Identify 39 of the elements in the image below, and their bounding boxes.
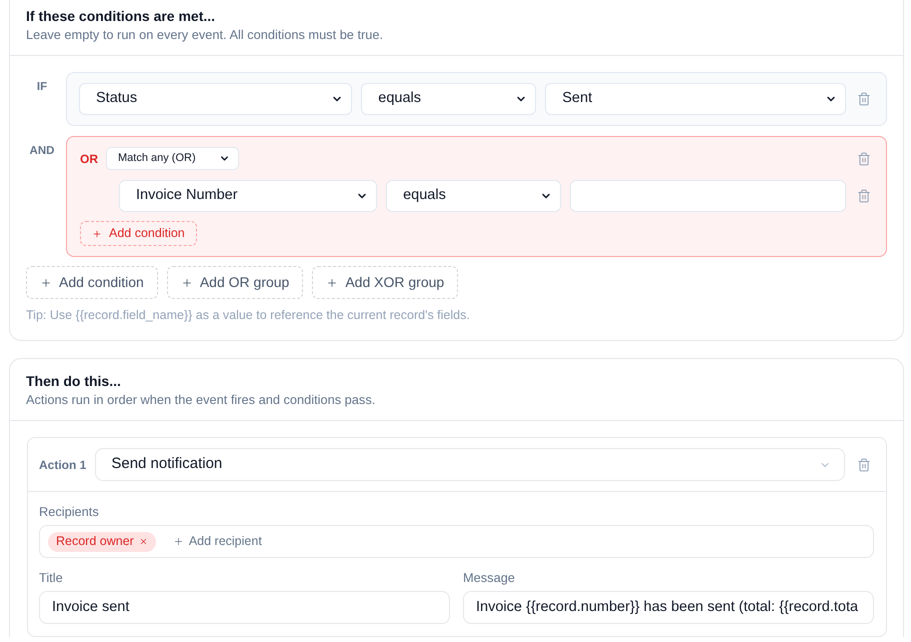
match-select[interactable]: Match any (OR) <box>106 147 239 170</box>
connector-label: AND <box>30 145 54 157</box>
section-description: Leave empty to run on every event. All conditions must be true. <box>26 27 384 43</box>
trash-icon[interactable] <box>857 189 871 203</box>
trash-icon[interactable] <box>857 92 871 106</box>
value-input[interactable] <box>570 180 846 212</box>
plus-icon <box>326 276 338 288</box>
field-label: Recipients <box>39 505 99 519</box>
title-input[interactable]: Invoice sent <box>39 591 450 624</box>
section-title: If these conditions are met... <box>26 7 216 25</box>
plus-icon <box>40 276 52 288</box>
add-button[interactable]: Add OR group <box>166 266 304 299</box>
operator-select[interactable]: equals <box>361 83 536 115</box>
connector-label: IF <box>36 81 48 93</box>
action-type-select[interactable]: Send notification <box>95 448 845 481</box>
plus-icon <box>172 536 184 547</box>
value-select[interactable]: Sent <box>545 83 846 115</box>
field-label: Title <box>39 571 63 585</box>
recipient-chip[interactable]: Record owner <box>48 532 156 552</box>
action-label: Action 1 <box>39 456 86 474</box>
section-description: Actions run in order when the event fires and conditions pass. <box>26 392 376 408</box>
close-icon[interactable] <box>138 537 148 546</box>
add-button[interactable]: Add condition <box>26 266 158 299</box>
field-label: Message <box>463 571 515 585</box>
message-input[interactable]: Invoice {{record.number}} has been sent (total: {{record.tota <box>463 591 874 624</box>
trash-icon[interactable] <box>857 152 871 166</box>
recipients-field[interactable]: Record owner Add recipient <box>39 525 874 558</box>
plus-icon <box>180 276 193 288</box>
field-select[interactable]: Invoice Number <box>119 180 378 212</box>
operator-select[interactable]: equals <box>386 180 562 212</box>
add-condition-button[interactable]: Add condition <box>80 221 197 246</box>
field-select[interactable]: Status <box>79 83 352 115</box>
add-button[interactable]: Add XOR group <box>312 266 458 299</box>
add-recipient-button[interactable]: Add recipient <box>172 532 262 551</box>
group-type-label: OR <box>80 152 98 166</box>
tip-text: Tip: Use {{record.field_name}} as a value to reference the current record's fields. <box>26 309 470 321</box>
plus-icon <box>92 228 102 238</box>
trash-icon[interactable] <box>857 458 871 472</box>
section-title: Then do this... <box>26 372 121 390</box>
